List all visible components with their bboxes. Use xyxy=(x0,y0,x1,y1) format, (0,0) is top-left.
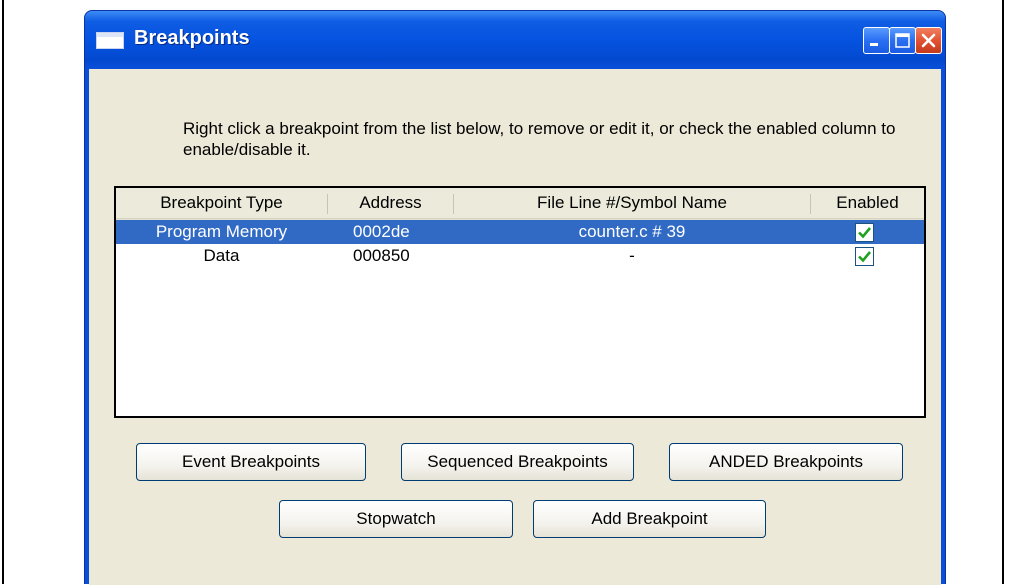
instruction-text: Right click a breakpoint from the list b… xyxy=(183,119,896,159)
title-bar[interactable]: Breakpoints xyxy=(85,11,945,69)
page-frame-left xyxy=(2,0,4,584)
list-header: Breakpoint Type Address File Line #/Symb… xyxy=(116,188,924,221)
maximize-button[interactable] xyxy=(889,27,916,54)
column-header-breakpoint-type[interactable]: Breakpoint Type xyxy=(116,188,327,218)
cell-breakpoint-type: Program Memory xyxy=(155,222,288,241)
cell-symbol-name: counter.c # 39 xyxy=(578,222,686,241)
breakpoints-window: Breakpoints Right click a breakpoint fro… xyxy=(84,10,946,585)
breakpoint-list[interactable]: Breakpoint Type Address File Line #/Symb… xyxy=(114,186,926,418)
table-row[interactable]: Program Memory 0002de counter.c # 39 xyxy=(116,220,924,244)
column-header-address[interactable]: Address xyxy=(328,188,453,218)
close-button[interactable] xyxy=(915,27,942,54)
cell-address: 000850 xyxy=(353,246,410,265)
sequenced-breakpoints-button[interactable]: Sequenced Breakpoints xyxy=(401,443,634,481)
dialog-client-area: Right click a breakpoint from the list b… xyxy=(89,69,941,585)
event-breakpoints-button[interactable]: Event Breakpoints xyxy=(136,443,366,481)
stopwatch-button[interactable]: Stopwatch xyxy=(279,500,513,538)
page-frame-right xyxy=(1002,0,1004,584)
cell-breakpoint-type: Data xyxy=(203,246,240,265)
column-header-enabled[interactable]: Enabled xyxy=(811,188,924,218)
enabled-checkbox[interactable] xyxy=(855,247,874,266)
table-row[interactable]: Data 000850 - xyxy=(116,244,924,268)
cell-address: 0002de xyxy=(353,222,410,241)
cell-symbol-name: - xyxy=(629,246,635,265)
minimize-icon xyxy=(870,43,878,46)
checkmark-icon xyxy=(858,227,872,239)
close-icon xyxy=(921,33,936,48)
enabled-checkbox[interactable] xyxy=(855,223,874,242)
add-breakpoint-button[interactable]: Add Breakpoint xyxy=(533,500,766,538)
anded-breakpoints-button[interactable]: ANDED Breakpoints xyxy=(669,443,903,481)
minimize-button[interactable] xyxy=(863,27,890,54)
maximize-icon xyxy=(895,33,910,48)
checkmark-icon xyxy=(858,251,872,263)
window-title: Breakpoints xyxy=(134,27,250,49)
column-header-symbol-name[interactable]: File Line #/Symbol Name xyxy=(454,188,810,218)
window-icon xyxy=(96,32,124,49)
